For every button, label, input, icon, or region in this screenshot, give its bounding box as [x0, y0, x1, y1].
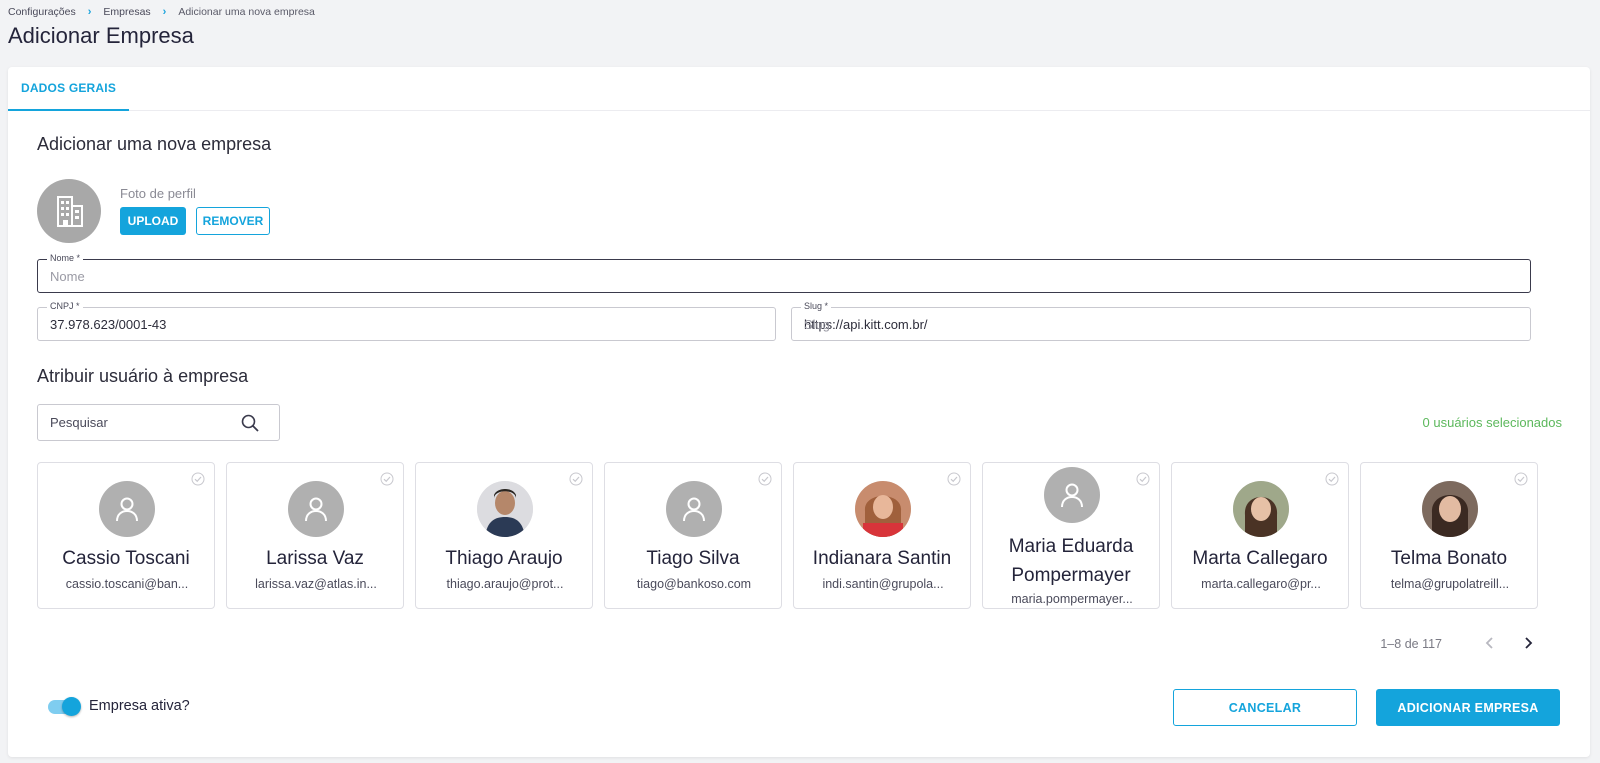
- nome-field: Nome *: [37, 253, 1531, 293]
- check-circle-icon[interactable]: [1325, 472, 1339, 486]
- user-photo: [477, 481, 533, 537]
- user-name: Tiago Silva: [646, 548, 740, 569]
- add-company-button[interactable]: ADICIONAR EMPRESA: [1376, 689, 1560, 726]
- section-title-assign-users: Atribuir usuário à empresa: [37, 366, 249, 386]
- upload-button[interactable]: UPLOAD: [120, 207, 186, 235]
- page-title: Adicionar Empresa: [8, 23, 194, 48]
- slug-field: Slug * https://api.kitt.com.br/: [791, 301, 1531, 341]
- pagination-info: 1–8 de 117: [1380, 637, 1442, 651]
- user-photo: [1422, 481, 1478, 537]
- check-circle-icon[interactable]: [569, 472, 583, 486]
- remove-button[interactable]: REMOVER: [196, 207, 270, 235]
- user-email: maria.pompermayer...: [1011, 592, 1133, 606]
- user-name: Larissa Vaz: [266, 548, 364, 569]
- user-email: indi.santin@grupola...: [822, 577, 944, 591]
- check-circle-icon[interactable]: [380, 472, 394, 486]
- breadcrumb-item-configuracoes[interactable]: Configurações: [8, 6, 76, 18]
- check-circle-icon[interactable]: [1136, 472, 1150, 486]
- user-name: Maria Eduarda Pompermayer: [1008, 536, 1134, 586]
- empresa-ativa-label: Empresa ativa?: [89, 698, 190, 714]
- user-card[interactable]: Tiago Silva tiago@bankoso.com: [604, 462, 782, 609]
- check-circle-icon[interactable]: [1514, 472, 1528, 486]
- cnpj-input[interactable]: [50, 308, 763, 340]
- toggle-knob: [62, 697, 81, 716]
- chevron-right-icon[interactable]: [1520, 633, 1536, 653]
- search-box: [37, 404, 280, 441]
- breadcrumb: Configurações › Empresas › Adicionar uma…: [8, 6, 315, 18]
- user-photo: [855, 481, 911, 537]
- section-title-new-company: Adicionar uma nova empresa: [37, 134, 272, 154]
- user-card[interactable]: Thiago Araujo thiago.araujo@prot...: [415, 462, 593, 609]
- user-card[interactable]: Cassio Toscani cassio.toscani@ban...: [37, 462, 215, 609]
- user-card[interactable]: Larissa Vaz larissa.vaz@atlas.in...: [226, 462, 404, 609]
- slug-input[interactable]: [804, 308, 1518, 340]
- empresa-ativa-toggle[interactable]: [48, 697, 82, 716]
- user-name: Marta Callegaro: [1192, 548, 1328, 569]
- user-placeholder-icon: [666, 481, 722, 537]
- user-card[interactable]: Indianara Santin indi.santin@grupola...: [793, 462, 971, 609]
- user-name: Thiago Araujo: [445, 548, 563, 569]
- selected-users-count: 0 usuários selecionados: [1422, 415, 1562, 430]
- breadcrumb-item-empresas[interactable]: Empresas: [103, 6, 150, 18]
- user-email: larissa.vaz@atlas.in...: [255, 577, 377, 591]
- user-placeholder-icon: [288, 481, 344, 537]
- check-circle-icon[interactable]: [191, 472, 205, 486]
- photo-label: Foto de perfil: [120, 186, 196, 201]
- check-circle-icon[interactable]: [758, 472, 772, 486]
- user-card[interactable]: Telma Bonato telma@grupolatreill...: [1360, 462, 1538, 609]
- user-email: tiago@bankoso.com: [636, 577, 752, 591]
- breadcrumb-current: Adicionar uma nova empresa: [178, 6, 315, 18]
- user-name: Telma Bonato: [1390, 548, 1508, 569]
- company-avatar: [37, 179, 101, 243]
- user-placeholder-icon: [1044, 467, 1100, 523]
- form-card: DADOS GERAIS Adicionar uma nova empresa …: [8, 67, 1590, 757]
- user-email: telma@grupolatreill...: [1390, 577, 1510, 591]
- user-name: Indianara Santin: [812, 548, 952, 569]
- search-input[interactable]: [50, 405, 230, 440]
- user-name: Cassio Toscani: [62, 548, 190, 569]
- chevron-left-icon[interactable]: [1482, 633, 1498, 653]
- chevron-right-icon: ›: [87, 6, 92, 18]
- building-icon: [57, 196, 83, 227]
- tab-dados-gerais[interactable]: DADOS GERAIS: [8, 67, 129, 111]
- chevron-right-icon: ›: [162, 6, 167, 18]
- user-email: cassio.toscani@ban...: [65, 577, 189, 591]
- user-placeholder-icon: [99, 481, 155, 537]
- check-circle-icon[interactable]: [947, 472, 961, 486]
- user-email: thiago.araujo@prot...: [446, 577, 564, 591]
- user-photo: [1233, 481, 1289, 537]
- nome-input[interactable]: [50, 260, 1518, 292]
- cnpj-field: CNPJ *: [37, 301, 776, 341]
- user-card[interactable]: Maria Eduarda Pompermayer maria.pomperma…: [982, 462, 1160, 609]
- user-card[interactable]: Marta Callegaro marta.callegaro@pr...: [1171, 462, 1349, 609]
- cancel-button[interactable]: CANCELAR: [1173, 689, 1357, 726]
- user-email: marta.callegaro@pr...: [1201, 577, 1321, 591]
- tab-bar: DADOS GERAIS: [8, 67, 1590, 111]
- search-icon[interactable]: [241, 414, 259, 432]
